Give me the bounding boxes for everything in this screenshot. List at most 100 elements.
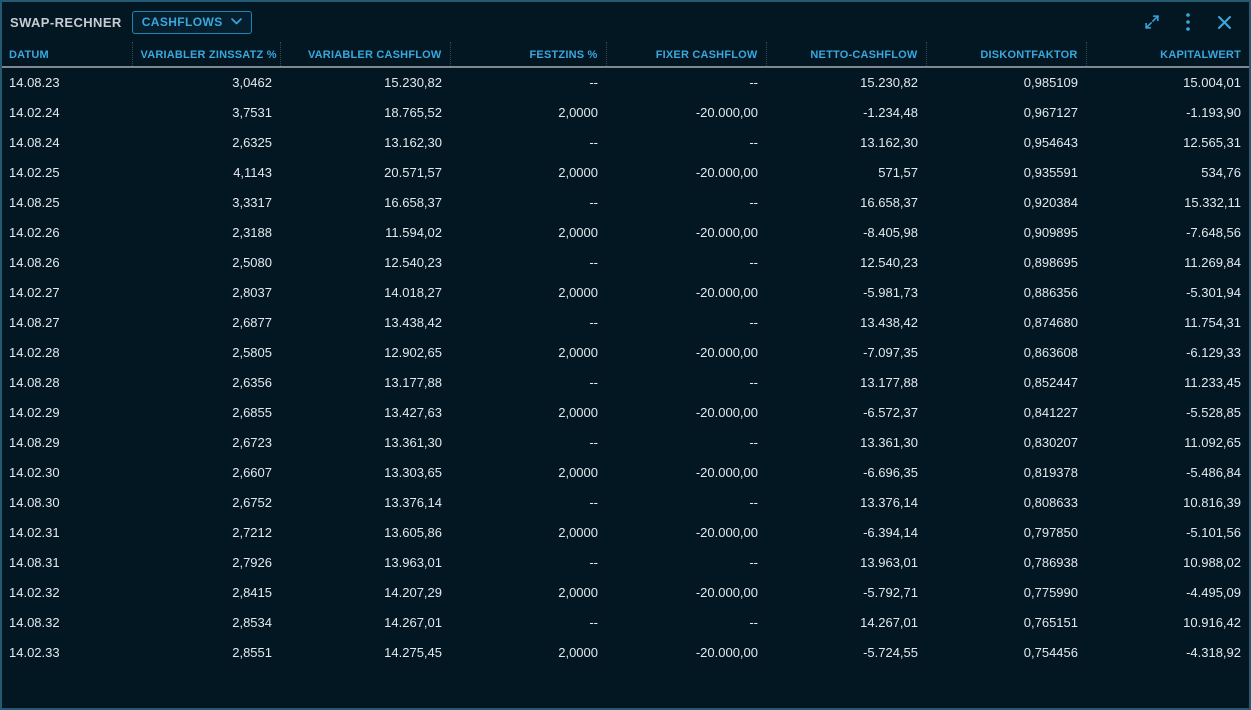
- cell: 13.376,14: [766, 487, 926, 517]
- cell: -1.193,90: [1086, 97, 1249, 127]
- cell: --: [606, 307, 766, 337]
- cell: 3,3317: [132, 187, 280, 217]
- cell: 13.361,30: [766, 427, 926, 457]
- column-header-6[interactable]: DISKONTFAKTOR: [926, 42, 1086, 67]
- cell: 14.018,27: [280, 277, 450, 307]
- cell: -5.486,84: [1086, 457, 1249, 487]
- cell: -5.724,55: [766, 637, 926, 667]
- titlebar-icons: [1141, 11, 1235, 33]
- cell: -20.000,00: [606, 637, 766, 667]
- column-header-2[interactable]: VARIABLER CASHFLOW: [280, 42, 450, 67]
- cell: 10.816,39: [1086, 487, 1249, 517]
- cell: 14.275,45: [280, 637, 450, 667]
- table-row: 14.02.272,803714.018,272,0000-20.000,00-…: [2, 277, 1249, 307]
- cell: 11.233,45: [1086, 367, 1249, 397]
- cell: 20.571,57: [280, 157, 450, 187]
- table-row: 14.02.302,660713.303,652,0000-20.000,00-…: [2, 457, 1249, 487]
- cell: 10.988,02: [1086, 547, 1249, 577]
- cell: 16.658,37: [280, 187, 450, 217]
- cell: 12.902,65: [280, 337, 450, 367]
- column-header-4[interactable]: FIXER CASHFLOW: [606, 42, 766, 67]
- cell: -5.301,94: [1086, 277, 1249, 307]
- cell: 16.658,37: [766, 187, 926, 217]
- cell: 14.02.27: [2, 277, 132, 307]
- cell: 13.605,86: [280, 517, 450, 547]
- cell: -4.495,09: [1086, 577, 1249, 607]
- cell: 2,0000: [450, 517, 606, 547]
- cell: 0,898695: [926, 247, 1086, 277]
- cell: --: [606, 547, 766, 577]
- table-row: 14.02.312,721213.605,862,0000-20.000,00-…: [2, 517, 1249, 547]
- cell: 14.02.32: [2, 577, 132, 607]
- column-header-7[interactable]: KAPITALWERT: [1086, 42, 1249, 67]
- cell: 4,1143: [132, 157, 280, 187]
- cell: 18.765,52: [280, 97, 450, 127]
- cell: -5.981,73: [766, 277, 926, 307]
- cell: 2,7926: [132, 547, 280, 577]
- cell: 2,0000: [450, 397, 606, 427]
- column-header-3[interactable]: FESTZINS %: [450, 42, 606, 67]
- cell: 14.02.29: [2, 397, 132, 427]
- cell: 14.02.33: [2, 637, 132, 667]
- cell: 2,8037: [132, 277, 280, 307]
- cell: 2,6752: [132, 487, 280, 517]
- cell: 2,3188: [132, 217, 280, 247]
- column-header-1[interactable]: VARIABLER ZINSSATZ %: [132, 42, 280, 67]
- cell: -7.648,56: [1086, 217, 1249, 247]
- cell: 14.08.24: [2, 127, 132, 157]
- cell: 12.565,31: [1086, 127, 1249, 157]
- cell: 0,797850: [926, 517, 1086, 547]
- kebab-menu-icon[interactable]: [1177, 11, 1199, 33]
- cell: --: [606, 247, 766, 277]
- cell: 13.963,01: [766, 547, 926, 577]
- cell: -20.000,00: [606, 277, 766, 307]
- cell: 15.230,82: [766, 67, 926, 97]
- cell: --: [606, 127, 766, 157]
- cell: 0,909895: [926, 217, 1086, 247]
- cell: -6.572,37: [766, 397, 926, 427]
- chevron-down-icon: [231, 18, 242, 25]
- cell: --: [450, 127, 606, 157]
- cell: 2,6723: [132, 427, 280, 457]
- cashflow-table: DATUMVARIABLER ZINSSATZ %VARIABLER CASHF…: [2, 42, 1249, 667]
- cell: 13.376,14: [280, 487, 450, 517]
- cell: 15.332,11: [1086, 187, 1249, 217]
- swap-calculator-window: SWAP-RECHNER CASHFLOWS: [0, 0, 1251, 710]
- cell: 0,935591: [926, 157, 1086, 187]
- cell: 11.092,65: [1086, 427, 1249, 457]
- cell: 2,0000: [450, 277, 606, 307]
- column-header-5[interactable]: NETTO-CASHFLOW: [766, 42, 926, 67]
- cell: 2,8551: [132, 637, 280, 667]
- close-icon[interactable]: [1213, 11, 1235, 33]
- table-row: 14.08.253,331716.658,37----16.658,370,92…: [2, 187, 1249, 217]
- cell: -20.000,00: [606, 337, 766, 367]
- cell: --: [450, 607, 606, 637]
- cell: 14.267,01: [766, 607, 926, 637]
- column-header-0[interactable]: DATUM: [2, 42, 132, 67]
- table-row: 14.08.272,687713.438,42----13.438,420,87…: [2, 307, 1249, 337]
- cell: 3,0462: [132, 67, 280, 97]
- expand-icon[interactable]: [1141, 11, 1163, 33]
- table-row: 14.08.282,635613.177,88----13.177,880,85…: [2, 367, 1249, 397]
- cell: 0,841227: [926, 397, 1086, 427]
- table-row: 14.02.243,753118.765,522,0000-20.000,00-…: [2, 97, 1249, 127]
- cell: 0,786938: [926, 547, 1086, 577]
- cell: 2,0000: [450, 457, 606, 487]
- cell: --: [606, 67, 766, 97]
- cell: 2,6325: [132, 127, 280, 157]
- cell: 0,954643: [926, 127, 1086, 157]
- cell: 2,0000: [450, 337, 606, 367]
- cell: --: [450, 547, 606, 577]
- cell: -5.792,71: [766, 577, 926, 607]
- cell: -20.000,00: [606, 157, 766, 187]
- cell: -20.000,00: [606, 457, 766, 487]
- cell: -20.000,00: [606, 577, 766, 607]
- table-row: 14.02.282,580512.902,652,0000-20.000,00-…: [2, 337, 1249, 367]
- view-selector-dropdown[interactable]: CASHFLOWS: [132, 11, 252, 34]
- cell: -20.000,00: [606, 397, 766, 427]
- cell: 13.438,42: [766, 307, 926, 337]
- window-title: SWAP-RECHNER: [10, 15, 122, 30]
- cell: 2,6356: [132, 367, 280, 397]
- cell: -20.000,00: [606, 517, 766, 547]
- cell: 0,765151: [926, 607, 1086, 637]
